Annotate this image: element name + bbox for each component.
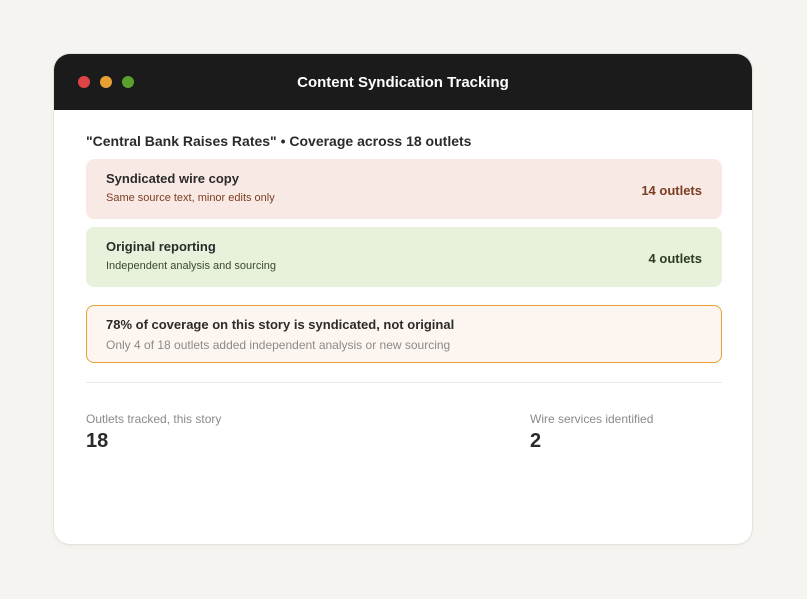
original-card-title: Original reporting	[106, 239, 216, 254]
minimize-window-button[interactable]	[100, 76, 112, 88]
maximize-window-button[interactable]	[122, 76, 134, 88]
syndicated-card-title: Syndicated wire copy	[106, 171, 239, 186]
window-title: Content Syndication Tracking	[297, 73, 509, 91]
main-content: "Central Bank Raises Rates" • Coverage a…	[86, 110, 722, 462]
close-window-button[interactable]	[78, 76, 90, 88]
story-heading: "Central Bank Raises Rates" • Coverage a…	[86, 133, 472, 149]
title-bar: Content Syndication Tracking	[54, 54, 752, 110]
outlets-stat-label: Outlets tracked, this story	[86, 412, 222, 426]
section-divider	[86, 382, 722, 383]
app-window: Content Syndication Tracking "Central Ba…	[54, 54, 752, 544]
syndicated-card: Syndicated wire copy Same source text, m…	[86, 159, 722, 219]
syndication-alert: 78% of coverage on this story is syndica…	[86, 305, 722, 363]
alert-title: 78% of coverage on this story is syndica…	[106, 317, 455, 332]
original-card-subtitle: Independent analysis and sourcing	[106, 260, 277, 272]
original-count: 4 outlets	[648, 251, 702, 266]
syndicated-count: 14 outlets	[641, 183, 702, 198]
wire-stat: Wire services identified 2	[530, 412, 653, 453]
outlets-stat: Outlets tracked, this story 18	[86, 412, 221, 453]
window-controls	[78, 76, 134, 88]
wire-stat-value: 2	[530, 430, 542, 452]
stats-row: Outlets tracked, this story 18 Wire serv…	[86, 412, 722, 462]
alert-subtitle: Only 4 of 18 outlets added independent a…	[106, 338, 451, 352]
outlets-stat-value: 18	[86, 430, 109, 452]
original-card: Original reporting Independent analysis …	[86, 227, 722, 287]
wire-stat-label: Wire services identified	[530, 412, 654, 426]
syndicated-card-subtitle: Same source text, minor edits only	[106, 192, 275, 204]
